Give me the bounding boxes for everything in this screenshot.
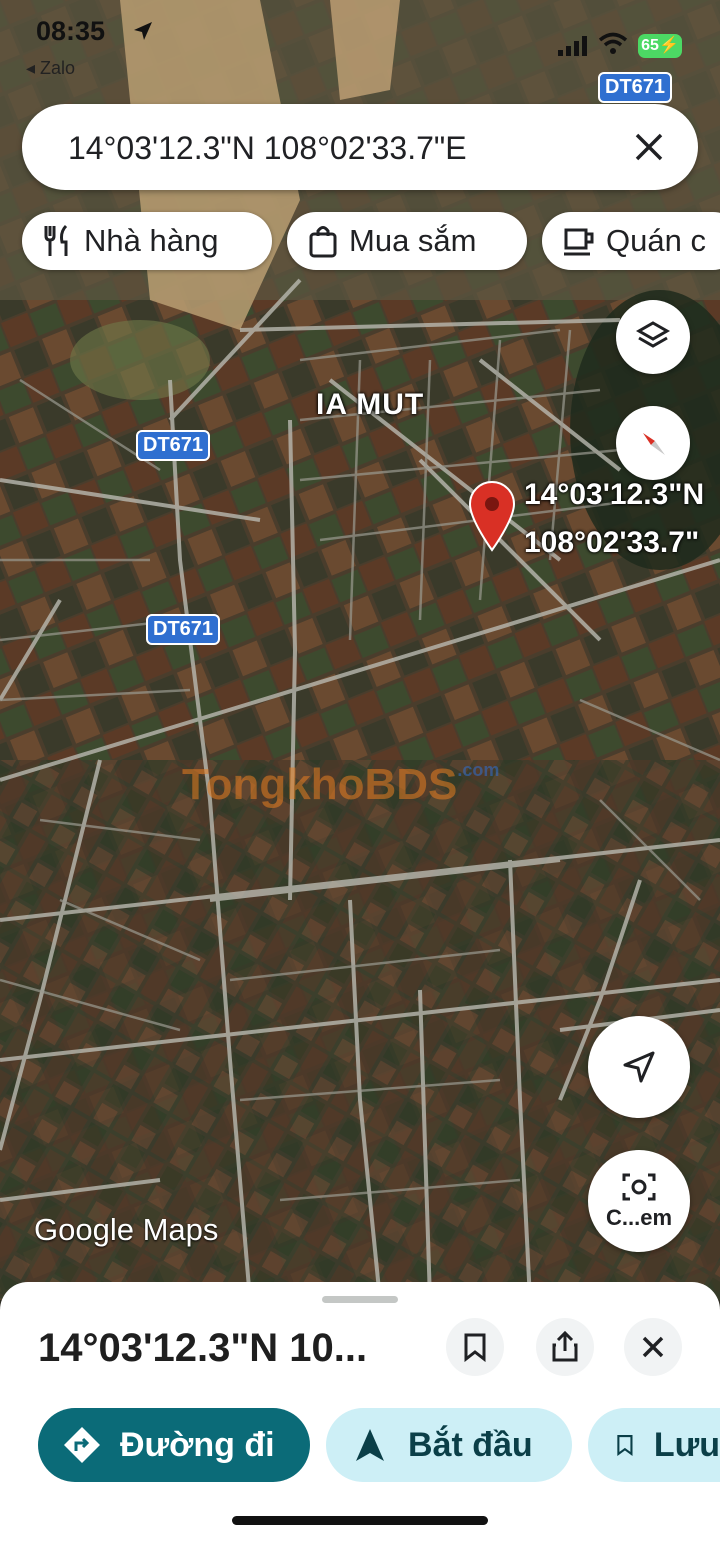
watermark-text: TongkhoBDS [182, 760, 458, 809]
location-arrow-icon [134, 22, 152, 40]
share-icon [552, 1331, 578, 1362]
cellular-signal-icon [558, 36, 587, 56]
directions-icon [64, 1427, 100, 1463]
home-indicator[interactable] [232, 1516, 488, 1525]
chip-restaurants[interactable]: Nhà hàng [22, 212, 272, 270]
start-label: Bắt đầu [408, 1425, 533, 1464]
camera-button-label: C...em [605, 1205, 673, 1230]
watermark-suffix: .com [457, 760, 500, 780]
save-bookmark-button[interactable] [446, 1318, 504, 1376]
navigation-arrow-icon [623, 1051, 655, 1083]
fork-knife-icon [44, 224, 68, 256]
close-sheet-button[interactable] [624, 1318, 682, 1376]
road-shield: DT671 [598, 72, 673, 103]
pin-label-line2: 108°02'33.7" [524, 526, 700, 559]
camera-button[interactable]: C...em [588, 1150, 690, 1252]
bottom-sheet[interactable]: 14°03'12.3"N 10... Đường đi Bắt đầu Lưu [0, 1282, 720, 1559]
start-button[interactable]: Bắt đầu [326, 1408, 572, 1482]
layers-icon [635, 321, 671, 348]
battery-indicator: 65⚡ [638, 34, 682, 58]
status-time: 08:35 [36, 16, 106, 46]
sheet-title: 14°03'12.3"N 10... [38, 1326, 368, 1370]
search-bar[interactable]: 14°03'12.3"N 108°02'33.7"E [22, 104, 698, 190]
layers-button[interactable] [616, 300, 690, 374]
wifi-icon [598, 32, 628, 54]
chip-cafes[interactable]: Quán c [542, 212, 720, 270]
shopping-bag-icon [309, 226, 337, 258]
directions-label: Đường đi [120, 1425, 275, 1464]
back-to-app[interactable]: ◂ Zalo [26, 58, 75, 79]
save-label: Lưu [653, 1425, 720, 1464]
sheet-drag-handle[interactable] [322, 1296, 398, 1303]
watermark: TongkhoBDS.com [182, 760, 499, 810]
pin-label-line1: 14°03'12.3"N [524, 478, 705, 511]
close-icon[interactable] [628, 126, 670, 168]
location-pin-icon[interactable] [466, 480, 518, 552]
chip-label: Nhà hàng [84, 223, 219, 258]
google-maps-attribution: Google Maps [34, 1212, 219, 1247]
bookmark-icon [617, 1435, 633, 1456]
navigation-arrow-icon [356, 1429, 384, 1461]
road-shield: DT671 [146, 614, 221, 645]
share-button[interactable] [536, 1318, 594, 1376]
back-app-name: Zalo [40, 58, 76, 78]
save-button[interactable]: Lưu [588, 1408, 720, 1482]
road-shield: DT671 [136, 430, 211, 461]
chip-label: Mua sắm [349, 223, 477, 258]
search-query[interactable]: 14°03'12.3"N 108°02'33.7"E [68, 130, 467, 167]
directions-button[interactable]: Đường đi [38, 1408, 310, 1482]
chip-shopping[interactable]: Mua sắm [287, 212, 527, 270]
compass-icon [643, 433, 665, 455]
compass-button[interactable] [616, 406, 690, 480]
bookmark-icon [464, 1333, 486, 1362]
chip-label: Quán c [606, 223, 706, 258]
close-icon [642, 1336, 664, 1358]
my-location-button[interactable] [588, 1016, 690, 1118]
place-label: IA MUT [316, 388, 425, 421]
camera-icon [622, 1173, 656, 1201]
coffee-cup-icon [564, 228, 594, 256]
